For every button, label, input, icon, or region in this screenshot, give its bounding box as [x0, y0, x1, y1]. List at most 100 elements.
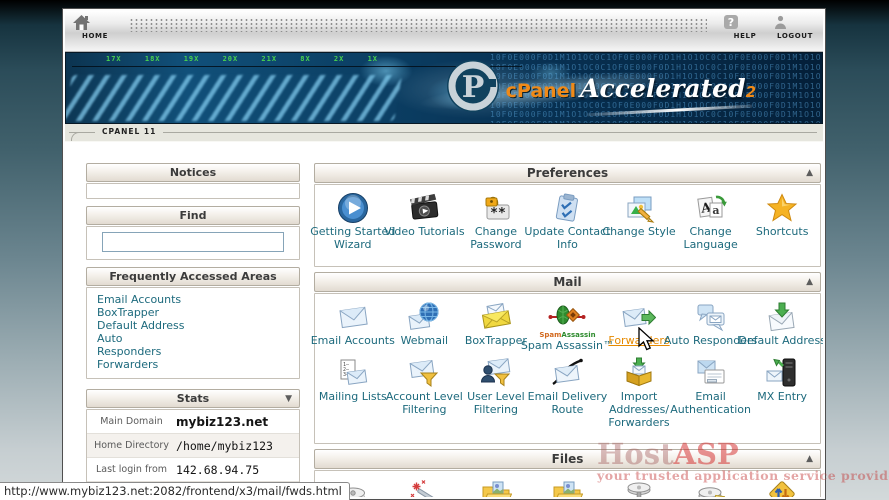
tab-cpanel11: CPANEL 11 [95, 127, 164, 136]
find-input[interactable] [102, 232, 284, 252]
webmail-icon [389, 300, 459, 334]
change-language-icon: Aa [676, 191, 746, 225]
notices-box: Notices [86, 163, 300, 199]
stat-label: Main Domain [100, 416, 163, 427]
preferences-section: Preferences ▲ Getting Started Wizard Vid… [310, 163, 821, 267]
svg-text:?: ? [728, 16, 734, 29]
logout-label: LOGOUT [777, 32, 813, 40]
stat-row-last-login: Last login from 142.68.94.75 [87, 458, 299, 482]
stat-label: Home Directory [94, 440, 169, 451]
sidebar-link-boxtrapper[interactable]: BoxTrapper [97, 306, 289, 319]
help-button[interactable]: ? HELP [723, 15, 767, 40]
email-accounts-icon [318, 300, 388, 334]
screen: HOME ? HELP LOGOUT 10F0E000F0D1M1O1OC0C1… [0, 0, 889, 500]
web-disk-icon [604, 477, 674, 497]
notices-body [86, 183, 300, 199]
stat-value: /home/mybiz123 [176, 438, 273, 453]
stat-value: 142.68.94.75 [176, 462, 260, 477]
feature-disk-space-usage[interactable] [676, 477, 746, 497]
preferences-header: Preferences [526, 166, 609, 180]
feature-file-manager[interactable] [461, 477, 531, 497]
frequently-accessed-box: Frequently Accessed Areas Email Accounts… [86, 267, 300, 379]
update-contact-info-icon [532, 191, 602, 225]
auto-responders-icon [676, 300, 746, 334]
sidebar-link-email-accounts[interactable]: Email Accounts [97, 293, 289, 306]
legacy-file-manager-icon [532, 477, 602, 497]
feature-ftp[interactable] [747, 477, 817, 497]
find-box: Find [86, 206, 300, 260]
video-tutorials-icon [389, 191, 459, 225]
stats-collapse-icon[interactable]: ▼ [285, 390, 292, 408]
disk-space-usage-icon [676, 477, 746, 497]
backup-wizard-icon [389, 477, 459, 497]
default-address-icon [747, 300, 817, 334]
notices-header: Notices [86, 163, 300, 182]
logout-button[interactable]: LOGOUT [773, 15, 817, 40]
feature-legacy-file-manager[interactable] [532, 477, 602, 497]
mail-collapse-icon[interactable]: ▲ [806, 273, 813, 292]
sidebar-link-auto-responders-2[interactable]: Responders [97, 345, 289, 358]
cpanel-window: HOME ? HELP LOGOUT 10F0E000F0D1M1O1OC0C1… [62, 8, 826, 500]
toolbar-texture [129, 18, 707, 32]
boxtrapper-icon [461, 300, 531, 334]
files-collapse-icon[interactable]: ▲ [806, 450, 813, 469]
mail-header: Mail [553, 275, 582, 289]
logout-icon [775, 15, 786, 29]
content-area: Notices Find Frequently Accessed Areas E… [65, 142, 823, 497]
sidebar-link-default-address[interactable]: Default Address [97, 319, 289, 332]
help-icon: ? [724, 15, 738, 29]
status-bar-url: http://www.mybiz123.net:2082/frontend/x3… [0, 482, 350, 500]
file-manager-icon [461, 477, 531, 497]
change-password-icon: ** [461, 191, 531, 225]
tab-curve [71, 132, 94, 141]
brand-sub: 2 [745, 83, 756, 101]
svg-text:P: P [461, 70, 484, 105]
theme-tabstrip: CPANEL 11 [65, 124, 823, 142]
mail-section: Mail ▲ Email Accounts Webmail BoxTrapper… [311, 272, 823, 444]
stats-box: Stats ▼ Main Domain mybiz123.net Home Dir… [86, 389, 300, 497]
import-addresses-icon [604, 356, 674, 390]
svg-text:a: a [712, 204, 719, 217]
email-delivery-route-icon [532, 356, 602, 390]
feature-getting-started-wizard[interactable]: Getting Started Wizard [310, 191, 395, 251]
top-toolbar: HOME ? HELP LOGOUT [65, 11, 823, 52]
stat-row-main-domain: Main Domain mybiz123.net [87, 410, 299, 434]
stat-label: Last login from [95, 464, 168, 475]
getting-started-wizard-icon [318, 191, 388, 225]
preferences-collapse-icon[interactable]: ▲ [806, 164, 813, 183]
files-header: Files [551, 452, 584, 466]
sidebar-link-forwarders[interactable]: Forwarders [97, 358, 289, 371]
files-section: Files ▲ [314, 449, 821, 497]
sidebar-link-auto-responders[interactable]: Auto [97, 332, 289, 345]
svg-text:**: ** [490, 206, 506, 221]
help-label: HELP [733, 32, 757, 40]
feature-web-disk[interactable] [604, 477, 674, 497]
feature-default-address[interactable]: Default Address [738, 300, 823, 352]
feature-backup-wizard[interactable] [389, 477, 459, 497]
cpanel-logo: P cPanel Accelerated2 [446, 59, 756, 113]
mailing-lists-icon: 1— 2— 3— [318, 356, 388, 390]
stat-row-home-directory: Home Directory /home/mybiz123 [87, 434, 299, 458]
home-button[interactable]: HOME [73, 15, 117, 40]
home-label: HOME [82, 32, 108, 40]
feature-shortcuts[interactable]: Shortcuts [747, 191, 817, 251]
main-panel: Preferences ▲ Getting Started Wizard Vid… [310, 163, 823, 497]
feature-change-language[interactable]: Aa Change Language [676, 191, 746, 251]
ftp-icon [747, 477, 817, 497]
feature-mx-entry[interactable]: MX Entry [747, 356, 817, 429]
forwarders-icon [604, 300, 674, 334]
mx-entry-icon [747, 356, 817, 390]
home-icon [73, 15, 90, 30]
frequently-accessed-header: Frequently Accessed Areas [86, 267, 300, 286]
feature-update-contact-info[interactable]: Update Contact Info [524, 191, 611, 251]
brand-suffix: Accelerated [580, 74, 746, 103]
shortcuts-icon [747, 191, 817, 225]
user-level-filtering-icon [461, 356, 531, 390]
spamassassin-icon [532, 300, 602, 334]
find-header: Find [86, 206, 300, 225]
change-style-icon [604, 191, 674, 225]
stat-value: mybiz123.net [176, 414, 269, 429]
account-level-filtering-icon [389, 356, 459, 390]
brand-banner: 10F0E000F0D1M1O1OC0C1OF0E000F0D1H1O1OC0C… [65, 52, 823, 124]
brand-name: cPanel [505, 80, 577, 102]
